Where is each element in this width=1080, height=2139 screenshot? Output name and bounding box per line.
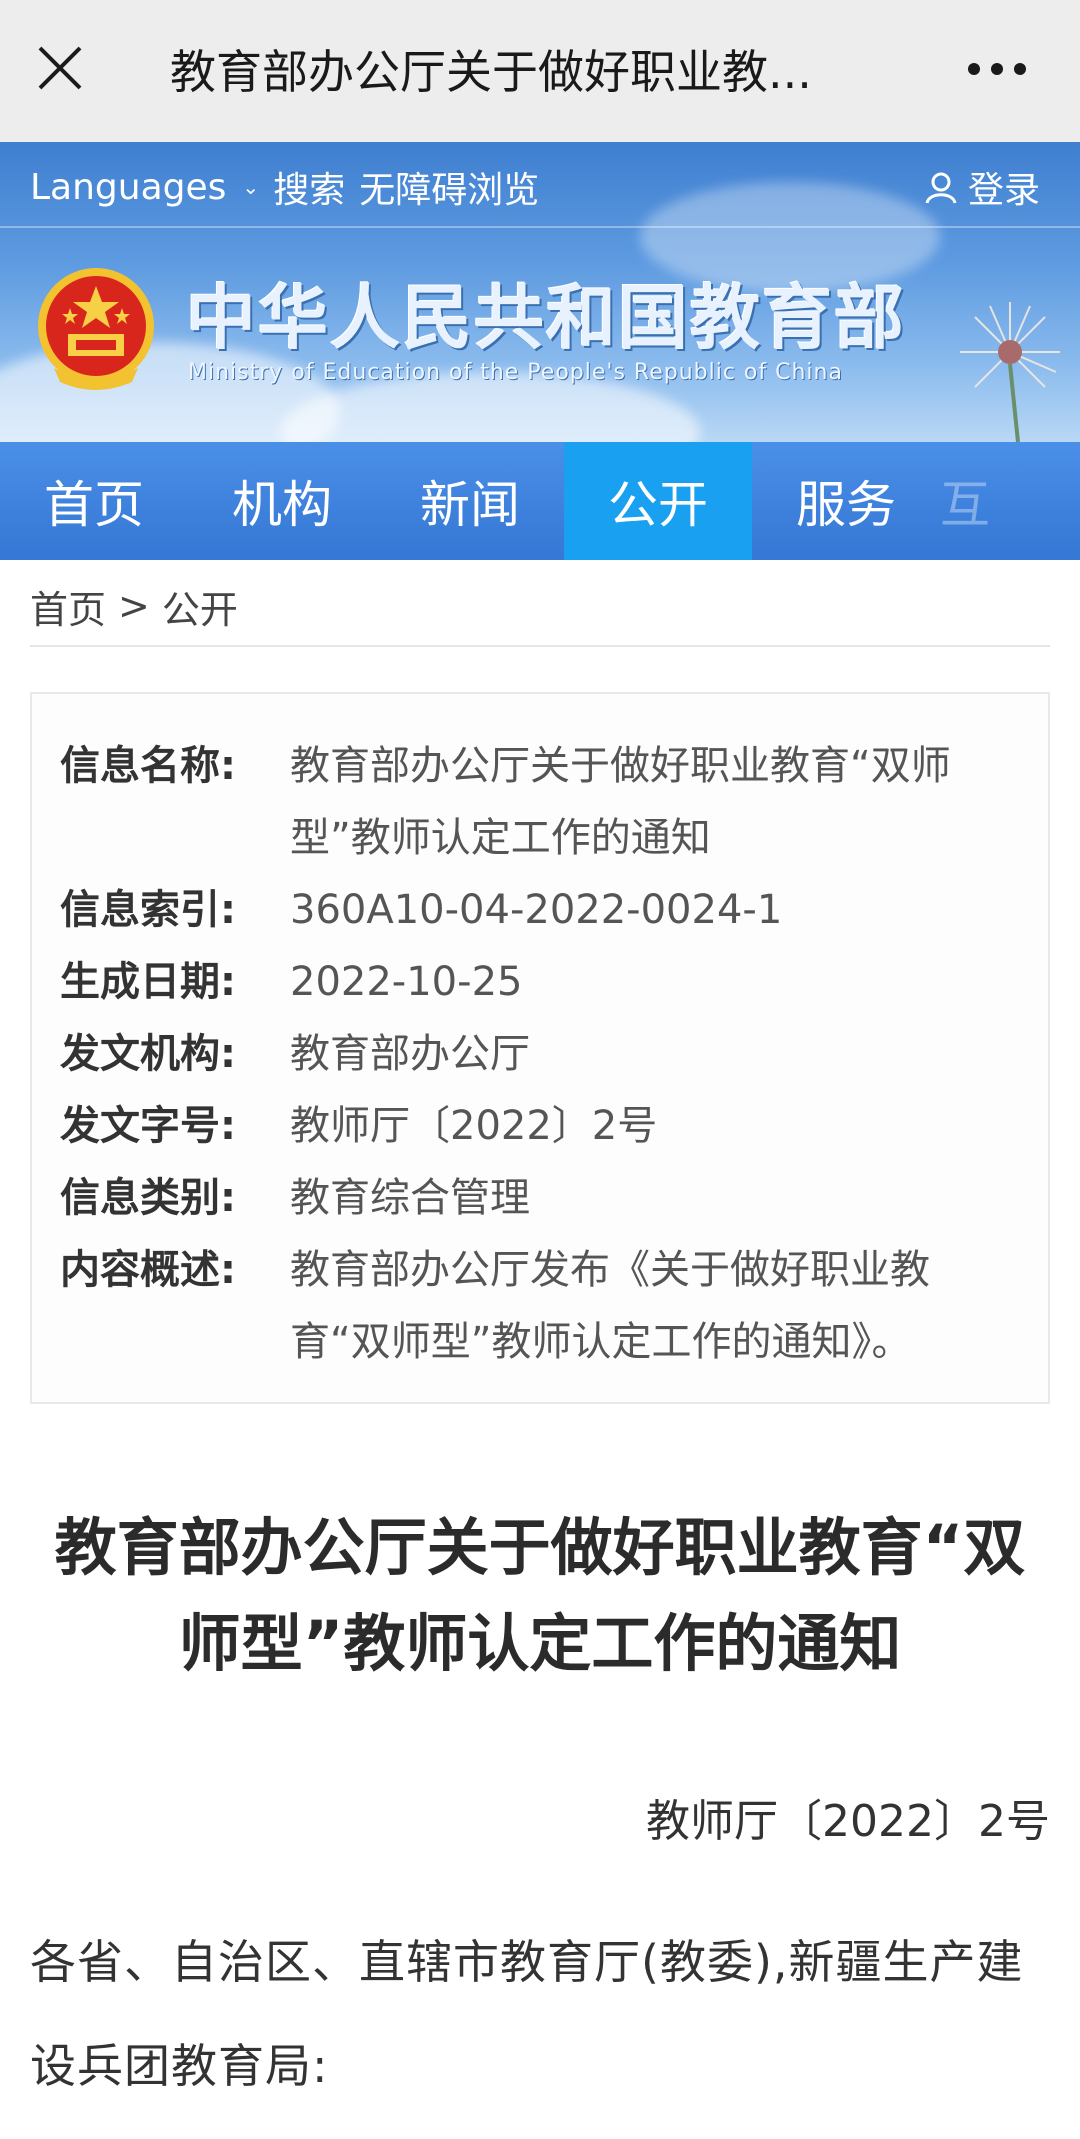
info-row-issuer: 发文机构: 教育部办公厅 [60,1018,1010,1090]
article-title: 教育部办公厅关于做好职业教育“双师型”教师认定工作的通知 [54,1511,1026,1680]
article-salutation: 各省、自治区、直辖市教育厅(教委),新疆生产建设兵团教育局: [30,1935,1024,2093]
nav-item-home[interactable]: 首页 [0,442,188,560]
info-row-category: 信息类别: 教育综合管理 [60,1162,1010,1234]
divider [30,645,1050,647]
user-icon [925,172,957,204]
nav-item-news[interactable]: 新闻 [376,442,564,560]
page-title: 教育部办公厅关于做好职业教... [170,45,812,99]
info-label: 内容概述: [60,1247,236,1293]
breadcrumb-current[interactable]: 公开 [162,579,238,634]
dandelion-decoration [960,302,1060,442]
info-value: 教育综合管理 [290,1175,530,1221]
info-row-summary: 内容概述: 教育部办公厅发布《关于做好职业教育“双师型”教师认定工作的通知》。 [60,1234,1010,1378]
nav-item-public[interactable]: 公开 [564,442,752,560]
chevron-down-icon: ⌄ [242,175,260,199]
national-emblem-icon [38,268,154,390]
site-banner: Languages ⌄ 搜索 无障碍浏览 登录 中华人民共和国教育部 Minis… [0,142,1080,442]
breadcrumb-home[interactable]: 首页 [30,579,106,634]
main-nav: 首页 机构 新闻 公开 服务 互 [0,442,1080,560]
document-number: 教师厅〔2022〕2号 [646,1796,1050,1847]
accessibility-link[interactable]: 无障碍浏览 [359,161,539,213]
info-row-index: 信息索引: 360A10-04-2022-0024-1 [60,874,1010,946]
info-label: 发文字号: [60,1103,236,1149]
info-value: 教育部办公厅 [290,1031,530,1077]
info-label: 信息索引: [60,887,236,933]
info-value: 360A10-04-2022-0024-1 [290,887,783,933]
divider [0,226,1080,228]
languages-link[interactable]: Languages [30,167,226,208]
more-icon [968,63,1026,75]
info-label: 发文机构: [60,1031,236,1077]
document-info-panel: 信息名称: 教育部办公厅关于做好职业教育“双师型”教师认定工作的通知 信息索引:… [30,692,1050,1404]
site-subtitle: Ministry of Education of the People's Re… [188,360,843,385]
info-label: 生成日期: [60,959,236,1005]
close-icon [38,46,82,90]
nav-item-organization[interactable]: 机构 [188,442,376,560]
info-row-name: 信息名称: 教育部办公厅关于做好职业教育“双师型”教师认定工作的通知 [60,730,1010,874]
info-value: 教育部办公厅关于做好职业教育“双师型”教师认定工作的通知 [290,743,951,861]
info-row-date: 生成日期: 2022-10-25 [60,946,1010,1018]
close-button[interactable] [30,38,90,98]
breadcrumb: 首页 > 公开 [30,578,238,634]
info-value: 教育部办公厅发布《关于做好职业教育“双师型”教师认定工作的通知》。 [290,1247,930,1365]
more-button[interactable] [962,44,1032,94]
info-value: 教师厅〔2022〕2号 [290,1103,658,1149]
search-link[interactable]: 搜索 [273,161,345,213]
site-title: 中华人民共和国教育部 [186,276,906,359]
login-label: 登录 [968,170,1041,211]
info-row-doc-number: 发文字号: 教师厅〔2022〕2号 [60,1090,1010,1162]
breadcrumb-separator: > [118,584,150,628]
info-value: 2022-10-25 [290,959,523,1005]
title-bar: 教育部办公厅关于做好职业教... [0,0,1080,142]
info-label: 信息名称: [60,743,236,789]
info-label: 信息类别: [60,1175,236,1221]
nav-item-services[interactable]: 服务 [752,442,940,560]
login-button[interactable]: 登录 [924,162,1040,212]
nav-item-interaction[interactable]: 互 [940,442,996,560]
